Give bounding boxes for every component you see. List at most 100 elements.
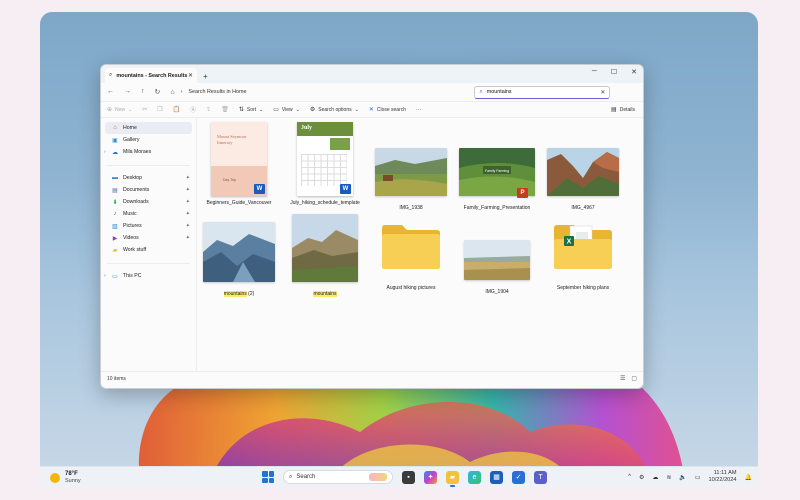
minimize-button[interactable]: ─ [592, 68, 597, 76]
settings-icon[interactable]: ⚙ [639, 474, 644, 481]
sidebar-item-music[interactable]: ♪ Music ✦ [101, 208, 196, 220]
search-highlight-icon [369, 473, 387, 481]
rename-button[interactable]: Ⓐ [190, 105, 196, 114]
file-item-september-folder[interactable]: X September hiking plans [544, 222, 622, 291]
close-icon: ✕ [368, 107, 374, 113]
file-explorer-icon[interactable]: ▰ [446, 470, 459, 487]
search-highlight: mountains [313, 291, 337, 297]
tab-search-results[interactable]: ⌕ mountains - Search Results i ✕ [105, 68, 197, 83]
teams-icon[interactable]: T [534, 470, 547, 484]
file-item-img-1938[interactable]: IMG_1938 [372, 148, 450, 211]
paste-button[interactable]: 📋 [173, 106, 180, 113]
file-explorer-window: ⌕ mountains - Search Results i ✕ + ─ ☐ ✕… [100, 64, 644, 389]
photo-thumbnail [375, 148, 447, 196]
file-item-july-schedule[interactable]: July W July_hiking_schedule_template [286, 122, 364, 206]
more-options-button[interactable]: ··· [416, 107, 421, 113]
item-count: 10 items [107, 375, 126, 382]
pictures-icon: ▧ [112, 223, 118, 230]
file-item-img-1904[interactable]: IMG_1904 [458, 240, 536, 295]
cloud-icon[interactable]: ☁ [652, 474, 658, 481]
search-input[interactable] [486, 89, 597, 95]
notification-bell-icon[interactable]: 🔔 [745, 474, 752, 481]
file-item-family-farming[interactable]: Family Farming P Family_Farming_Presenta… [458, 148, 536, 211]
document-thumbnail: Mount Seymour Itinerary Day Trip W [211, 122, 267, 196]
details-view-icon[interactable]: ☰ [620, 375, 625, 382]
taskbar-search[interactable]: ⌕ Search [283, 470, 393, 484]
battery-icon[interactable]: ▭ [695, 474, 701, 481]
file-item-img-4967[interactable]: IMG_4967 [544, 148, 622, 211]
up-button[interactable]: ↑ [141, 88, 145, 96]
sidebar-item-work-stuff[interactable]: ▰ Work stuff [101, 244, 196, 256]
weather-widget[interactable]: 78°F Sunny [50, 471, 170, 485]
gallery-icon: ▣ [112, 137, 118, 144]
sidebar-item-home[interactable]: ⌂ Home [105, 122, 192, 134]
sidebar-item-label: Work stuff [123, 247, 147, 253]
edge-icon[interactable]: e [468, 470, 481, 484]
pin-icon: ✦ [185, 199, 190, 205]
file-item-mountains-2[interactable]: mountains (2) [200, 222, 278, 297]
task-view-icon[interactable]: ▪ [402, 470, 415, 484]
sidebar-item-label: Videos [123, 235, 139, 241]
close-window-button[interactable]: ✕ [631, 68, 637, 76]
sidebar-item-desktop[interactable]: ▬ Desktop ✦ [101, 172, 196, 184]
chevron-down-icon: ⌄ [128, 106, 133, 113]
start-button[interactable] [262, 471, 274, 483]
details-label: Details [619, 106, 635, 113]
tiles-view-icon[interactable]: ▢ [631, 375, 637, 382]
folder-icon: ▰ [112, 247, 118, 254]
sidebar-item-label: Mila Moraes [123, 149, 152, 155]
music-icon: ♪ [113, 211, 117, 217]
new-button[interactable]: ⊕ New ⌄ [107, 106, 133, 114]
search-box[interactable]: ⌕ ✕ [474, 85, 611, 99]
copilot-icon[interactable]: ✦ [424, 470, 437, 484]
sidebar-item-gallery[interactable]: ▣ Gallery [101, 134, 196, 146]
file-item-mountains[interactable]: mountains [286, 214, 364, 297]
close-search-button[interactable]: ✕ Close search [368, 106, 406, 114]
document-thumbnail: July W [297, 122, 353, 196]
store-icon[interactable]: ▦ [490, 470, 503, 484]
chevron-right-icon[interactable]: › [104, 149, 106, 155]
file-name: August hiking pictures [386, 285, 436, 291]
sidebar-item-pictures[interactable]: ▧ Pictures ✦ [101, 220, 196, 232]
details-button[interactable]: ▤ Details [611, 106, 635, 114]
sidebar-item-onedrive[interactable]: › ☁ Mila Moraes [101, 146, 196, 158]
share-button[interactable]: ⇪ [206, 106, 211, 113]
breadcrumb[interactable]: ⌂ › Search Results in Home [170, 86, 466, 99]
clock[interactable]: 11:11 AM 10/22/2024 [709, 470, 737, 484]
file-item-august-folder[interactable]: August hiking pictures [372, 222, 450, 291]
todo-icon[interactable]: ✓ [512, 470, 525, 484]
download-icon: ⬇ [112, 199, 118, 206]
delete-button[interactable]: 🗑 [221, 106, 229, 113]
sidebar-item-downloads[interactable]: ⬇ Downloads ✦ [101, 196, 196, 208]
close-tab-icon[interactable]: ✕ [188, 72, 193, 79]
search-options-button[interactable]: ⚙ Search options ⌄ [310, 106, 359, 114]
chevron-down-icon: ⌄ [295, 106, 300, 113]
sort-label: Sort [246, 106, 257, 113]
file-item-beginners-guide[interactable]: Mount Seymour Itinerary Day Trip W Begin… [200, 122, 278, 206]
back-button[interactable]: ← [107, 88, 114, 96]
sidebar-item-videos[interactable]: ▶ Videos ✦ [101, 232, 196, 244]
sidebar-divider [107, 256, 190, 264]
forward-button[interactable]: → [124, 88, 131, 96]
new-tab-button[interactable]: + [203, 72, 208, 81]
chevron-down-icon: ⌄ [259, 106, 264, 113]
volume-icon[interactable]: 🔈 [679, 474, 686, 481]
sort-button[interactable]: ⇅ Sort ⌄ [239, 106, 264, 114]
maximize-button[interactable]: ☐ [611, 68, 617, 76]
sidebar-item-documents[interactable]: ▤ Documents ✦ [101, 184, 196, 196]
clock-time: 11:11 AM [713, 470, 737, 476]
sidebar-item-this-pc[interactable]: › ▭ This PC [101, 270, 196, 282]
cut-button[interactable]: ✂ [142, 106, 147, 113]
home-icon: ⌂ [113, 125, 117, 131]
refresh-button[interactable]: ↻ [155, 88, 161, 96]
chevron-up-icon[interactable]: ^ [628, 474, 631, 480]
copy-button[interactable]: ❐ [157, 106, 162, 113]
pin-icon: ✦ [185, 187, 190, 193]
sidebar-item-label: Music [123, 211, 137, 217]
wifi-icon[interactable]: ≋ [666, 474, 671, 481]
file-name: mountains (2) [200, 291, 278, 297]
chevron-right-icon[interactable]: › [104, 273, 106, 279]
clear-search-icon[interactable]: ✕ [600, 89, 605, 96]
view-button[interactable]: ▭ View ⌄ [273, 106, 300, 114]
file-name: July_hiking_schedule_template [290, 200, 360, 206]
